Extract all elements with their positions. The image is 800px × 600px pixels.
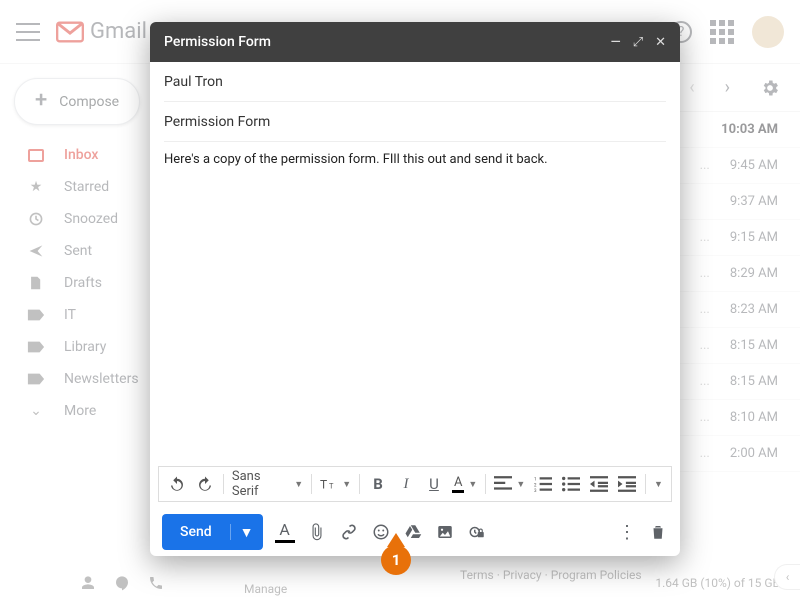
compose-label: Compose [59,94,119,110]
numbered-list-icon[interactable]: 123 [533,474,553,494]
mail-time: 9:45 AM [730,158,778,173]
underline-icon[interactable]: U [424,474,444,494]
mail-time: 8:29 AM [730,266,778,281]
more-options-icon[interactable]: ⋮ [618,522,636,543]
sidebar-item-label: IT [64,307,76,323]
close-icon[interactable]: ✕ [655,35,666,50]
manage-link[interactable]: Manage [244,582,287,596]
mail-time: 8:23 AM [730,302,778,317]
inbox-icon [26,145,46,165]
font-family-dropdown[interactable]: Sans Serif▼ [232,469,303,499]
sent-icon [26,241,46,261]
label-icon [26,369,46,389]
file-icon [26,273,46,293]
more-formatting-icon[interactable]: ▼ [654,479,663,490]
sidebar-item-label: More [64,403,96,419]
fullscreen-icon[interactable]: ⤢ [633,35,643,50]
sidebar-item-label: Snoozed [64,211,118,227]
brand-text: Gmail [90,19,147,44]
to-field[interactable]: Paul Tron [164,62,666,102]
person-icon[interactable] [80,575,96,591]
mail-time: 8:15 AM [730,338,778,353]
policies-link[interactable]: Program Policies [551,568,642,582]
link-icon[interactable] [339,522,359,542]
sidebar-item-label: Drafts [64,275,102,291]
mail-time: 9:37 AM [730,194,778,209]
svg-text:T: T [329,482,334,491]
prev-page-icon[interactable]: ‹ [689,77,694,98]
italic-icon[interactable]: I [396,474,416,494]
phone-icon[interactable] [148,575,164,591]
menu-button[interactable] [16,20,40,44]
photo-icon[interactable] [435,522,455,542]
align-dropdown[interactable]: ▼ [494,475,525,493]
undo-icon[interactable] [167,474,187,494]
gmail-logo[interactable]: Gmail [56,19,147,44]
minimize-icon[interactable]: — [611,35,621,50]
label-icon [26,305,46,325]
confidential-icon[interactable] [467,522,487,542]
send-options-dropdown[interactable]: ▼ [231,524,263,541]
svg-text:3: 3 [534,488,537,493]
subject-field[interactable]: Permission Form [164,102,666,142]
indent-less-icon[interactable] [589,474,609,494]
avatar[interactable] [752,16,784,48]
clock-icon [26,209,46,229]
sidebar-item-label: Starred [64,179,109,195]
expand-sidepanel-icon[interactable]: ‹ [774,564,800,590]
mail-time: 8:15 AM [730,374,778,389]
formatting-toolbar: Sans Serif▼ TT▼ B I U A▼ ▼ 123 ▼ [158,466,672,502]
svg-text:2: 2 [534,482,537,488]
storage-text: 1.64 GB (10%) of 15 GB [655,576,780,590]
text-color-dropdown[interactable]: A▼ [452,475,477,493]
apps-icon[interactable] [710,20,734,44]
next-page-icon[interactable]: › [725,77,730,98]
compose-button[interactable]: + Compose [14,78,140,125]
plus-icon: + [35,88,47,113]
star-icon: ★ [26,177,46,197]
gear-icon[interactable] [760,78,780,98]
sidebar-item-label: Library [64,339,106,355]
text-format-icon[interactable]: A [275,521,295,543]
dialog-title: Permission Form [164,34,271,50]
trash-icon[interactable] [648,522,668,542]
indent-more-icon[interactable] [617,474,637,494]
svg-text:T: T [320,478,327,492]
sidebar-item-label: Inbox [64,147,98,163]
message-body[interactable]: Here's a copy of the permission form. FI… [150,142,680,466]
sidebar-item-label: Newsletters [64,371,139,387]
bold-icon[interactable]: B [368,474,388,494]
compose-dialog: Permission Form — ⤢ ✕ Paul Tron Permissi… [150,22,680,556]
svg-text:1: 1 [534,477,537,483]
tutorial-callout: 1 [381,545,411,575]
mail-time: 2:00 AM [730,446,778,461]
mail-time: 10:03 AM [721,122,778,137]
attach-icon[interactable] [307,522,327,542]
sidebar-item-label: Sent [64,243,92,259]
font-size-dropdown[interactable]: TT▼ [320,475,351,493]
privacy-link[interactable]: Privacy [503,568,542,582]
chevron-down-icon: ⌄ [26,401,46,421]
hangouts-icon[interactable] [114,575,130,591]
drive-icon[interactable] [403,522,423,542]
label-icon [26,337,46,357]
mail-time: 8:10 AM [730,410,778,425]
bulleted-list-icon[interactable] [561,474,581,494]
redo-icon[interactable] [195,474,215,494]
terms-link[interactable]: Terms [460,568,494,582]
send-button[interactable]: Send ▼ [162,514,263,550]
mail-time: 9:15 AM [730,230,778,245]
